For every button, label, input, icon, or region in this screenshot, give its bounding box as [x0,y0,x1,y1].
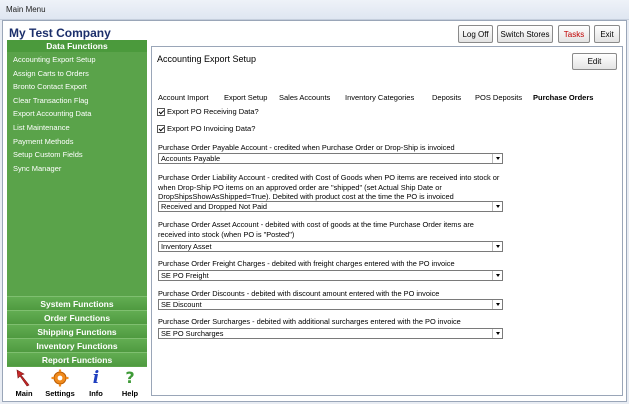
window-titlebar: Main Menu [0,0,629,20]
po-freight-select[interactable]: SE PO Freight [158,270,503,281]
chevron-down-icon[interactable] [492,329,502,338]
sidebar-item-sync-manager[interactable]: Sync Manager [7,162,147,176]
po-surcharges-label: Purchase Order Surcharges - debited with… [158,317,461,326]
po-liability-select[interactable]: Received and Dropped Not Paid [158,201,503,212]
sidebar-item-clear-transaction-flag[interactable]: Clear Transaction Flag [7,94,147,108]
po-asset-value: Inventory Asset [161,242,212,251]
tab-bar: Account Import Export Setup Sales Accoun… [152,93,622,107]
system-functions-button[interactable]: System Functions [7,296,147,310]
help-button[interactable]: ? Help [113,367,147,401]
po-surcharges-select[interactable]: SE PO Surcharges [158,328,503,339]
panel-title: Accounting Export Setup [157,54,257,64]
settings-button[interactable]: Settings [43,367,77,401]
tab-account-import[interactable]: Account Import [158,93,208,102]
main-button[interactable]: Main [7,367,41,401]
order-functions-button[interactable]: Order Functions [7,310,147,324]
gear-icon [43,367,77,387]
sidebar-item-list-maintenance[interactable]: List Maintenance [7,121,147,135]
tab-deposits[interactable]: Deposits [432,93,461,102]
po-discounts-value: SE Discount [161,300,202,309]
info-icon: i [92,368,100,388]
exit-button[interactable]: Exit [594,25,620,43]
po-discounts-select[interactable]: SE Discount [158,299,503,310]
sidebar-header-data-functions[interactable]: Data Functions [7,40,147,52]
sidebar: Data Functions Accounting Export Setup A… [7,40,147,392]
main-arrow-icon [7,367,41,387]
shipping-functions-button[interactable]: Shipping Functions [7,324,147,338]
export-po-invoicing-label: Export PO Invoicing Data? [167,124,256,133]
sidebar-items: Accounting Export Setup Assign Carts to … [7,53,147,175]
po-liability-label: Purchase Order Liability Account - credi… [158,173,500,201]
po-payable-select[interactable]: Accounts Payable [158,153,503,164]
chevron-down-icon[interactable] [492,154,502,163]
accounting-export-panel: Accounting Export Setup Edit Account Imp… [151,46,623,396]
po-discounts-label: Purchase Order Discounts - debited with … [158,289,440,298]
edit-button[interactable]: Edit [572,53,617,70]
window-title: Main Menu [6,5,46,14]
sidebar-item-assign-carts[interactable]: Assign Carts to Orders [7,67,147,81]
help-question-icon: ? [125,368,135,387]
info-label: Info [89,389,103,398]
export-po-invoicing-row[interactable]: Export PO Invoicing Data? [157,124,255,133]
tab-inventory-categories[interactable]: Inventory Categories [345,93,414,102]
main-window: My Test Company Log Off Switch Stores Ta… [2,20,627,402]
po-liability-value: Received and Dropped Not Paid [161,202,267,211]
help-label: Help [121,389,139,398]
chevron-down-icon[interactable] [492,242,502,251]
bottom-iconbar: Main Settings i Info ? Help [7,367,147,401]
sidebar-item-payment-methods[interactable]: Payment Methods [7,135,147,149]
export-po-receiving-row[interactable]: Export PO Receiving Data? [157,107,259,116]
sidebar-item-setup-custom-fields[interactable]: Setup Custom Fields [7,148,147,162]
tasks-button[interactable]: Tasks [558,25,590,43]
po-asset-label: Purchase Order Asset Account - debited w… [158,220,474,239]
po-payable-value: Accounts Payable [161,154,221,163]
po-surcharges-value: SE PO Surcharges [161,329,224,338]
export-po-invoicing-checkbox[interactable] [157,124,165,133]
sidebar-item-bronto-export[interactable]: Bronto Contact Export [7,80,147,94]
tab-purchase-orders[interactable]: Purchase Orders [533,93,593,102]
chevron-down-icon[interactable] [492,271,502,280]
main-label: Main [15,389,33,398]
tab-sales-accounts[interactable]: Sales Accounts [279,93,330,102]
tab-export-setup[interactable]: Export Setup [224,93,267,102]
po-asset-select[interactable]: Inventory Asset [158,241,503,252]
inventory-functions-button[interactable]: Inventory Functions [7,338,147,352]
company-name: My Test Company [9,26,111,40]
sidebar-item-accounting-export-setup[interactable]: Accounting Export Setup [7,53,147,67]
tab-pos-deposits[interactable]: POS Deposits [475,93,522,102]
export-po-receiving-checkbox[interactable] [157,107,165,116]
po-freight-label: Purchase Order Freight Charges - debited… [158,259,455,268]
sidebar-item-export-accounting-data[interactable]: Export Accounting Data [7,107,147,121]
sidebar-function-groups: System Functions Order Functions Shippin… [7,296,147,366]
po-freight-value: SE PO Freight [161,271,209,280]
logoff-button[interactable]: Log Off [458,25,493,43]
report-functions-button[interactable]: Report Functions [7,352,147,366]
export-po-receiving-label: Export PO Receiving Data? [167,107,259,116]
switch-stores-button[interactable]: Switch Stores [497,25,553,43]
po-payable-label: Purchase Order Payable Account - credite… [158,143,455,152]
chevron-down-icon[interactable] [492,300,502,309]
info-button[interactable]: i Info [79,367,113,401]
chevron-down-icon[interactable] [492,202,502,211]
settings-label: Settings [45,389,75,398]
